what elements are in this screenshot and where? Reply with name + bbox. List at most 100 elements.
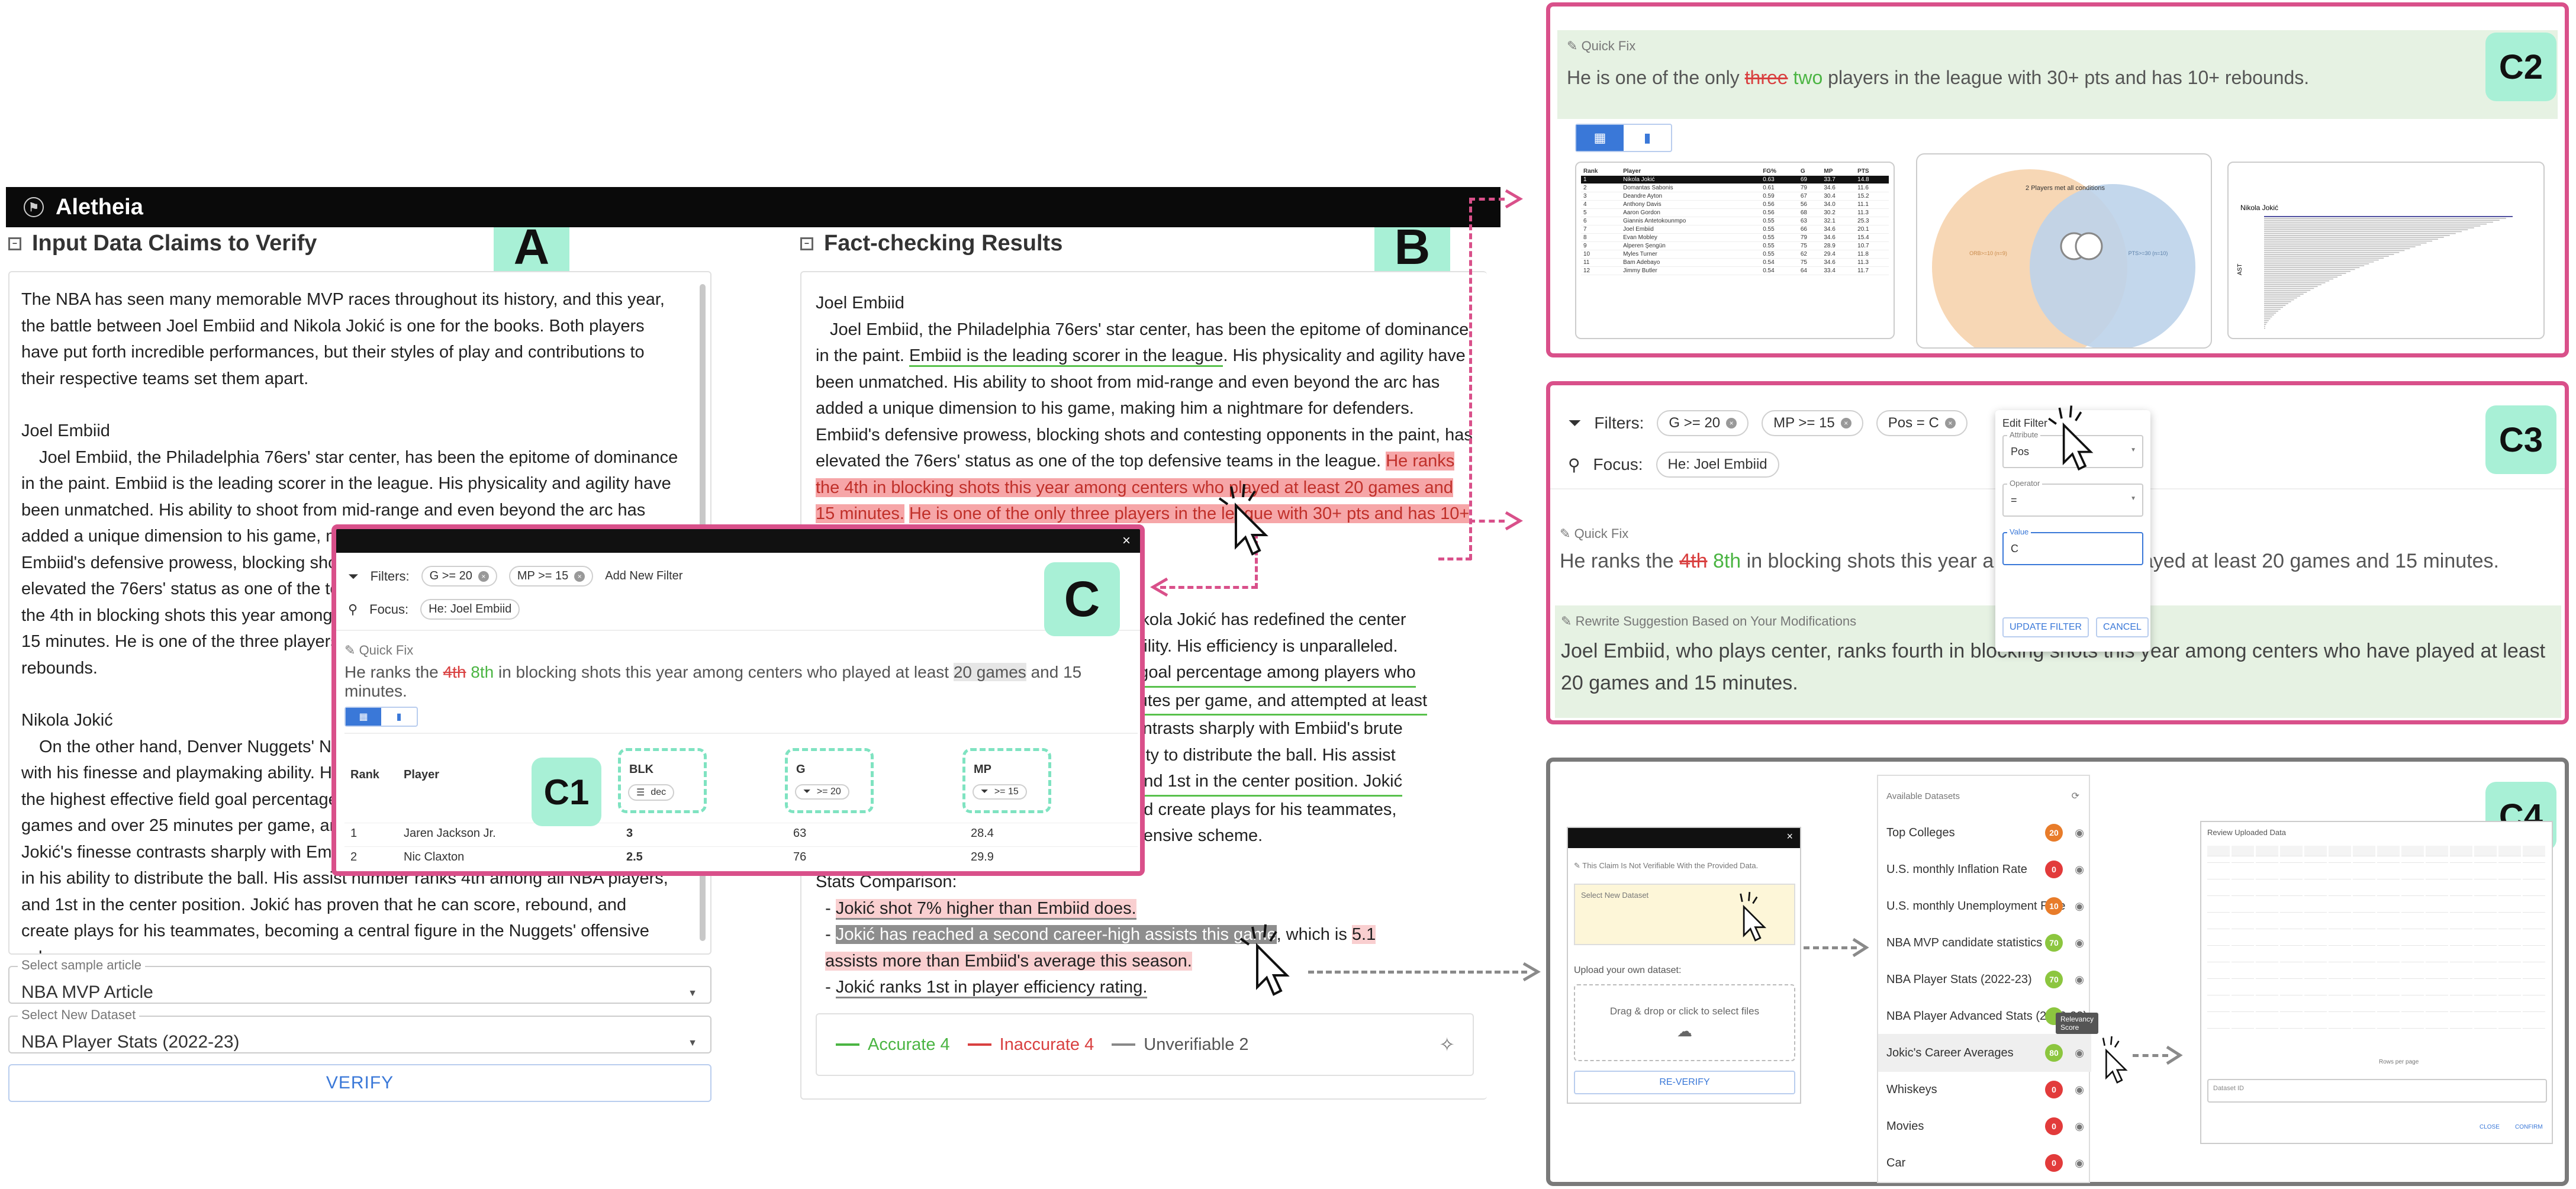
eye-icon[interactable]: ◉ — [2075, 1084, 2084, 1096]
update-filter-button[interactable]: UPDATE FILTER — [2002, 617, 2089, 637]
review-cell — [2256, 1028, 2278, 1029]
col-mp-header[interactable]: MP ⏷ >= 15 — [962, 748, 1051, 813]
verify-button[interactable]: VERIFY — [8, 1064, 711, 1102]
close-icon[interactable]: × — [1786, 830, 1793, 843]
filter-chip[interactable]: MP >= 15 × — [508, 566, 594, 587]
dropzone[interactable]: Drag & drop or click to select files ☁ — [1574, 984, 1795, 1061]
claim-inaccurate[interactable]: assists more than Embiid's average this … — [825, 951, 1192, 971]
table-header-cell: MP — [1821, 167, 1856, 176]
table-row[interactable]: 10 Myles Turner 0.55 62 29.4 11.8 — [1581, 250, 1889, 259]
dataset-item[interactable]: NBA MVP candidate statistics 70 ◉ — [1878, 924, 2091, 962]
filter-chip[interactable]: G >= 20 × — [421, 566, 497, 587]
dataset-item[interactable]: Jokic's Career Averages 80 ◉ — [1878, 1034, 2091, 1072]
remove-icon: × — [574, 571, 585, 582]
claim-accurate[interactable]: inutes per game, and attempted at least — [1125, 688, 1428, 716]
filter-chip[interactable]: ⏷ >= 15 — [973, 784, 1027, 800]
eye-icon[interactable]: ◉ — [2075, 900, 2084, 913]
table-row[interactable]: 11 Bam Adebayo 0.54 75 34.6 11.3 — [1581, 258, 1889, 267]
dataset-item[interactable]: U.S. monthly Unemployment Rate 10 ◉ — [1878, 887, 2091, 925]
dataset-select[interactable]: Select New Dataset NBA Player Stats (202… — [8, 1007, 711, 1053]
add-filter-button[interactable]: Add New Filter — [605, 569, 682, 583]
review-cell — [2280, 978, 2303, 979]
sort-chip[interactable]: ☰ dec — [628, 784, 675, 801]
claim-inaccurate[interactable]: 5.1 — [1351, 925, 1376, 944]
eye-icon[interactable]: ◉ — [2075, 863, 2084, 876]
cancel-button[interactable]: CANCEL — [2096, 617, 2149, 637]
table-row[interactable]: 12 Jimmy Butler 0.54 64 33.4 11.7 — [1581, 266, 1889, 275]
table-view-icon[interactable]: ▦ — [1576, 125, 1624, 151]
table-row[interactable]: 4 Anthony Davis 0.56 56 34.0 11.1 — [1581, 200, 1889, 209]
collapse-icon[interactable]: − — [8, 237, 21, 250]
table-row[interactable]: 5 Aaron Gordon 0.56 68 30.2 11.3 — [1581, 208, 1889, 217]
dataset-item[interactable]: NBA Player Stats (2022-23) 70 ◉ — [1878, 961, 2091, 998]
claim-accurate[interactable]: , and 1st in the center position. Jokić — [1125, 768, 1403, 797]
claim-unverifiable-selected[interactable]: Jokić has reached a second career-high a… — [835, 925, 1277, 944]
confirm-button[interactable]: CONFIRM — [2515, 1124, 2543, 1130]
quickfix-text: He ranks the 4th 8th in blocking shots t… — [344, 663, 1082, 700]
table-view-icon[interactable]: ▦ — [346, 708, 381, 726]
view-toggle[interactable]: ▦ ▮ — [344, 707, 418, 727]
col-blk-header[interactable]: BLK ☰ dec — [618, 748, 707, 813]
review-cell — [2207, 1028, 2230, 1029]
ast-bar-chart: Nikola Jokić AST — [2237, 204, 2513, 329]
col-rank: Rank — [350, 768, 379, 781]
filter-chip[interactable]: ⏷ >= 20 — [795, 784, 849, 800]
view-toggle[interactable]: ▦ ▮ — [1575, 124, 1672, 152]
bar — [2264, 327, 2265, 329]
dataset-item[interactable]: Movies 0 ◉ — [1878, 1107, 2091, 1145]
results-legend: Accurate 4 Inaccurate 4 Unverifiable 2 ✧ — [816, 1013, 1474, 1076]
dataset-item[interactable]: Top Colleges 20 ◉ — [1878, 814, 2091, 852]
eye-icon[interactable]: ◉ — [2075, 974, 2084, 986]
refresh-icon[interactable]: ⟳ — [2072, 790, 2079, 802]
dataset-id-input[interactable]: Dataset ID — [2207, 1079, 2547, 1103]
focus-chip[interactable]: He: Joel Embiid — [1656, 452, 1779, 478]
table-row[interactable]: 6 Giannis Antetokounmpo 0.55 63 32.1 25.3 — [1581, 217, 1889, 225]
col-g-header[interactable]: G ⏷ >= 20 — [785, 748, 874, 813]
claim-accurate[interactable]: Embiid is the leading scorer in the leag… — [909, 346, 1223, 367]
magic-wand-icon[interactable]: ✧ — [1439, 1033, 1455, 1056]
close-button[interactable]: CLOSE — [2480, 1124, 2500, 1130]
table-row[interactable]: 9 Alperen Şengün 0.55 75 28.9 10.7 — [1581, 241, 1889, 250]
legend-accurate[interactable]: Accurate 4 — [836, 1035, 950, 1055]
select-dataset-field[interactable]: Select New Dataset — [1574, 884, 1795, 945]
arrow-icon — [1522, 962, 1541, 982]
reverify-button[interactable]: RE-VERIFY — [1574, 1071, 1795, 1094]
bar — [2264, 220, 2500, 221]
arrow-icon — [1852, 937, 1869, 958]
chart-view-icon[interactable]: ▮ — [381, 708, 417, 726]
eye-icon[interactable]: ◉ — [2075, 1157, 2084, 1169]
eye-icon[interactable]: ◉ — [2075, 827, 2084, 839]
focus-chip[interactable]: He: Joel Embiid — [420, 599, 520, 620]
table-row[interactable]: 7 Joel Embiid 0.55 66 34.6 20.1 — [1581, 225, 1889, 234]
bar — [2264, 294, 2304, 295]
claim-inaccurate[interactable]: Jokić shot 7% higher than Embiid does. — [835, 898, 1136, 920]
table-row[interactable]: 2 Nic Claxton 2.5 76 29.9 — [344, 846, 1138, 868]
table-row[interactable]: 1 Nikola Jokić 0.63 69 33.7 14.8 — [1581, 175, 1889, 184]
dataset-item[interactable]: Car 0 ◉ — [1878, 1144, 2091, 1182]
chart-view-icon[interactable]: ▮ — [1624, 125, 1671, 151]
filter-chip[interactable]: MP >= 15 × — [1762, 410, 1863, 436]
dataset-item[interactable]: Whiskeys 0 ◉ — [1878, 1071, 2091, 1109]
eye-icon[interactable]: ◉ — [2075, 937, 2084, 949]
connector-line — [1469, 198, 1473, 560]
eye-icon[interactable]: ◉ — [2075, 1120, 2084, 1133]
operator-select[interactable]: Operator = ▼ — [2002, 479, 2143, 517]
table-row[interactable]: 1 Jaren Jackson Jr. 3 63 28.4 — [344, 823, 1138, 844]
value-input[interactable]: Value C — [2002, 527, 2143, 565]
claim-unverifiable[interactable]: Jokić ranks 1st in player efficiency rat… — [835, 978, 1148, 998]
table-row[interactable]: 3 Deandre Ayton 0.59 67 30.4 15.2 — [1581, 192, 1889, 201]
close-icon[interactable]: × — [1122, 533, 1131, 549]
dataset-item[interactable]: U.S. monthly Inflation Rate 0 ◉ — [1878, 850, 2091, 888]
review-cell — [2304, 978, 2327, 979]
claim-accurate[interactable]: d goal percentage among players who — [1125, 659, 1416, 688]
eye-icon[interactable]: ◉ — [2075, 1047, 2084, 1059]
collapse-icon[interactable]: − — [800, 237, 813, 250]
review-cell — [2232, 912, 2254, 913]
legend-unverifiable[interactable]: Unverifiable 2 — [1112, 1035, 1249, 1055]
sample-article-select[interactable]: Select sample article NBA MVP Article ▼ — [8, 958, 711, 1004]
filter-chip[interactable]: G >= 20 × — [1657, 410, 1749, 436]
filter-chip[interactable]: Pos = C × — [1876, 410, 1968, 436]
legend-inaccurate[interactable]: Inaccurate 4 — [967, 1035, 1094, 1055]
table-row[interactable]: 2 Domantas Sabonis 0.61 79 34.6 11.6 — [1581, 183, 1889, 192]
table-row[interactable]: 8 Evan Mobley 0.55 79 34.6 15.4 — [1581, 233, 1889, 242]
